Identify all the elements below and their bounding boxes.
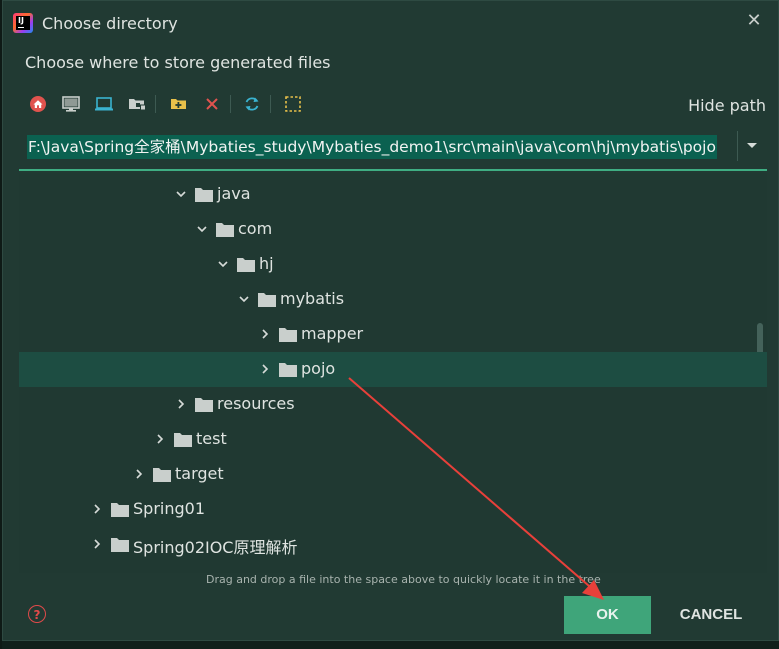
folder-icon — [111, 503, 129, 517]
tree-row[interactable]: Spring01 — [19, 492, 767, 527]
chevron-down-icon[interactable] — [742, 135, 762, 155]
tree-row[interactable]: test — [19, 422, 767, 457]
tree-item-label: mapper — [301, 324, 364, 343]
toolbar — [25, 93, 325, 117]
tree-item-label: java — [217, 184, 251, 203]
hide-path-link[interactable]: Hide path — [688, 96, 766, 115]
tree-row[interactable]: Spring02IOC原理解析 — [19, 527, 767, 562]
tree-row[interactable]: resources — [19, 387, 767, 422]
refresh-icon[interactable] — [241, 93, 263, 115]
tree-row[interactable]: target — [19, 457, 767, 492]
path-input[interactable]: F:\Java\Spring全家桶\Mybaties_study\Mybatie… — [27, 135, 717, 159]
path-separator — [737, 131, 738, 161]
chevron-right-icon[interactable] — [154, 433, 166, 445]
chevron-down-icon[interactable] — [175, 188, 187, 200]
chevron-right-icon[interactable] — [259, 328, 271, 340]
cancel-button[interactable]: CANCEL — [666, 596, 756, 634]
intellij-app-icon: IJ — [13, 13, 33, 33]
home-icon[interactable] — [27, 93, 49, 115]
tree-item-label: com — [238, 219, 273, 238]
toggle-hidden-icon[interactable] — [282, 93, 304, 115]
desktop-icon[interactable] — [60, 93, 82, 115]
tree-row[interactable]: java — [19, 177, 767, 212]
dialog-title: Choose directory — [42, 14, 178, 33]
tree-item-label: pojo — [301, 359, 336, 378]
tree-item-label: Spring02IOC原理解析 — [133, 538, 298, 557]
tree-row[interactable]: pojo — [19, 352, 767, 387]
tree-item-label: target — [175, 464, 224, 483]
tree-row[interactable]: hj — [19, 247, 767, 282]
folder-icon — [237, 258, 255, 272]
tree-row[interactable]: mybatis — [19, 282, 767, 317]
tree-item-label: mybatis — [280, 289, 345, 308]
delete-icon[interactable] — [201, 93, 223, 115]
help-icon[interactable]: ? — [28, 605, 46, 623]
new-folder-icon[interactable] — [168, 93, 190, 115]
chevron-down-icon[interactable] — [238, 293, 250, 305]
ok-button[interactable]: OK — [564, 596, 651, 634]
tree-row[interactable]: com — [19, 212, 767, 247]
path-field[interactable]: F:\Java\Spring全家桶\Mybaties_study\Mybatie… — [19, 125, 767, 171]
close-icon[interactable]: ✕ — [744, 11, 764, 31]
chevron-right-icon[interactable] — [133, 468, 145, 480]
chevron-right-icon[interactable] — [91, 538, 103, 550]
chevron-down-icon[interactable] — [196, 223, 208, 235]
chevron-right-icon[interactable] — [175, 398, 187, 410]
chevron-down-icon[interactable] — [217, 258, 229, 270]
folder-icon — [195, 188, 213, 202]
tree-item-label: test — [196, 429, 227, 448]
folder-icon — [153, 468, 171, 482]
tree-item-label: hj — [259, 254, 274, 273]
chevron-right-icon[interactable] — [91, 503, 103, 515]
folder-icon — [195, 398, 213, 412]
folder-icon — [279, 328, 297, 342]
tree-row[interactable]: mapper — [19, 317, 767, 352]
toolbar-separator — [270, 95, 271, 113]
folder-icon — [258, 293, 276, 307]
dialog-subtitle: Choose where to store generated files — [25, 53, 331, 72]
project-icon[interactable] — [93, 93, 115, 115]
chevron-right-icon[interactable] — [259, 363, 271, 375]
directory-tree[interactable]: java com hj mybatis mapper pojo resources test t… — [19, 173, 767, 573]
module-icon[interactable] — [126, 93, 148, 115]
toolbar-separator — [155, 95, 156, 113]
tree-item-label: resources — [217, 394, 295, 413]
folder-icon — [174, 433, 192, 447]
tree-item-label: Spring01 — [133, 499, 205, 518]
folder-icon — [279, 363, 297, 377]
drag-drop-hint: Drag and drop a file into the space abov… — [206, 573, 601, 586]
folder-icon — [216, 223, 234, 237]
toolbar-separator — [230, 95, 231, 113]
folder-icon — [111, 538, 129, 552]
choose-directory-dialog: IJ Choose directory ✕ Choose where to st… — [2, 0, 779, 641]
title-bar: IJ Choose directory ✕ — [3, 1, 778, 45]
